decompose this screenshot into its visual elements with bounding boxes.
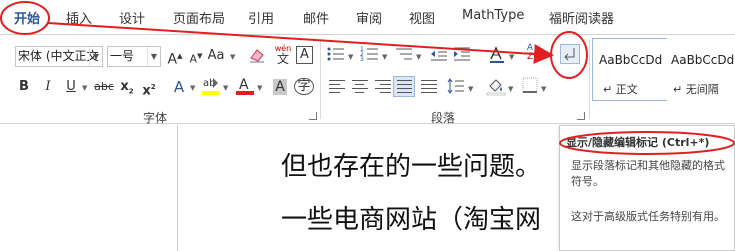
justify-button[interactable]	[393, 76, 415, 97]
document-line-1[interactable]: 但也存在的一些问题。	[281, 146, 541, 183]
style-normal-name: ↵ 正文	[603, 83, 638, 96]
multilevel-list-dropdown-icon[interactable]: ▼	[416, 53, 421, 61]
tab-view[interactable]: 视图	[409, 8, 435, 27]
ribbon-tab-bar: 开始 插入 设计 页面布局 引用 邮件 审阅 视图 MathType 福昕阅读器	[0, 0, 735, 34]
tab-insert[interactable]: 插入	[66, 8, 92, 27]
align-right-icon[interactable]	[374, 78, 392, 94]
numbering-dropdown-icon[interactable]: ▼	[382, 53, 387, 61]
character-border-icon[interactable]: A	[296, 46, 313, 64]
italic-button[interactable]: I	[38, 77, 58, 97]
paragraph-group-label: 段落	[431, 111, 456, 125]
font-dialog-launcher-icon[interactable]	[309, 112, 317, 120]
borders-icon[interactable]	[520, 76, 540, 96]
change-case-icon[interactable]: Aa	[206, 46, 226, 66]
chinese-layout-icon[interactable]	[487, 44, 507, 64]
font-name-value: 宋体 (中文正文	[18, 49, 99, 63]
font-color-dropdown-icon[interactable]: ▼	[257, 84, 262, 92]
font-color-icon[interactable]: A	[235, 75, 255, 95]
group-separator	[320, 39, 321, 119]
increase-indent-icon[interactable]	[452, 44, 472, 64]
tab-review[interactable]: 审阅	[356, 8, 382, 27]
tooltip-description: 显示段落标记和其他隐藏的格式符号。	[571, 159, 725, 188]
tab-mailings[interactable]: 邮件	[303, 8, 329, 27]
style-normal-sample: AaBbCcDd	[599, 53, 663, 67]
tooltip-note: 这对于高级版式任务特别有用。	[571, 210, 725, 223]
line-spacing-dropdown-icon[interactable]: ▼	[468, 85, 473, 93]
character-shading-icon[interactable]: A	[270, 77, 290, 97]
font-name-dropdown-icon[interactable]: ▼	[89, 47, 102, 66]
document-line-2[interactable]: 一些电商网站（淘宝网	[281, 199, 541, 236]
numbering-icon[interactable]: 123	[360, 44, 380, 64]
style-no-spacing-sample: AaBbCcDd	[671, 53, 735, 67]
ribbon-home: 宋体 (中文正文 ▼ 一号 ▼ A▲ A▼ Aa ▼ wén 文 A B I U …	[0, 34, 735, 125]
chinese-layout-dropdown-icon[interactable]: ▼	[509, 53, 514, 61]
decrease-indent-icon[interactable]	[429, 44, 449, 64]
paragraph-dialog-launcher-icon[interactable]	[577, 112, 585, 120]
shading-dropdown-icon[interactable]: ▼	[508, 85, 513, 93]
bullets-icon[interactable]	[326, 44, 346, 64]
style-normal[interactable]: AaBbCcDd ↵ 正文	[592, 38, 668, 101]
text-effects-icon[interactable]: A	[169, 77, 189, 97]
borders-dropdown-icon[interactable]: ▼	[541, 85, 546, 93]
svg-text:3: 3	[360, 56, 364, 63]
bullets-dropdown-icon[interactable]: ▼	[348, 53, 353, 61]
superscript-icon[interactable]: x2	[139, 77, 159, 98]
grow-font-icon[interactable]: A▲	[165, 46, 185, 68]
font-size-dropdown-icon[interactable]: ▼	[147, 47, 160, 66]
underline-dropdown-icon[interactable]: ▼	[82, 84, 87, 92]
underline-button[interactable]: U	[61, 77, 81, 97]
document-left-margin	[177, 125, 178, 251]
sort-icon[interactable]: AZ	[520, 44, 540, 64]
strikethrough-icon[interactable]: abc	[94, 77, 114, 97]
shrink-font-icon[interactable]: A▼	[186, 46, 206, 66]
svg-text:A: A	[239, 77, 249, 93]
font-group-label: 字体	[143, 111, 168, 125]
enclose-characters-icon[interactable]: 字	[294, 77, 314, 97]
font-size-value: 一号	[110, 49, 135, 63]
highlight-dropdown-icon[interactable]: ▼	[223, 84, 228, 92]
tab-home[interactable]: 开始	[14, 8, 40, 27]
tab-design[interactable]: 设计	[119, 8, 145, 27]
show-hide-formatting-button[interactable]	[560, 44, 580, 64]
multilevel-list-icon[interactable]	[394, 44, 414, 64]
group-separator	[589, 39, 590, 119]
align-center-icon[interactable]	[351, 78, 369, 94]
tab-page-layout[interactable]: 页面布局	[173, 8, 225, 27]
text-effects-dropdown-icon[interactable]: ▼	[190, 84, 195, 92]
font-name-combo[interactable]: 宋体 (中文正文 ▼	[15, 46, 103, 67]
show-hide-tooltip: 显示/隐藏编辑标记 (Ctrl+*) 显示段落标记和其他隐藏的格式符号。 这对于…	[559, 125, 735, 251]
text-highlight-icon[interactable]: ab	[201, 75, 221, 95]
shading-icon[interactable]	[486, 76, 506, 96]
subscript-icon[interactable]: x2	[117, 77, 137, 97]
line-spacing-icon[interactable]	[446, 76, 466, 96]
bold-button[interactable]: B	[14, 77, 34, 97]
font-size-combo[interactable]: 一号 ▼	[107, 46, 161, 67]
phonetic-guide-icon[interactable]: wén 文	[272, 44, 294, 65]
tab-mathtype[interactable]: MathType	[462, 8, 524, 23]
style-no-spacing-name: ↵ 无间隔	[673, 83, 719, 96]
style-no-spacing[interactable]: AaBbCcDd ↵ 无间隔	[667, 38, 735, 101]
tab-references[interactable]: 引用	[248, 8, 274, 27]
tooltip-title: 显示/隐藏编辑标记 (Ctrl+*)	[566, 136, 710, 149]
align-left-icon[interactable]	[328, 78, 346, 94]
clear-formatting-icon[interactable]	[247, 46, 267, 66]
distributed-icon[interactable]	[420, 78, 438, 94]
tab-foxit-reader[interactable]: 福昕阅读器	[549, 8, 614, 27]
change-case-dropdown-icon[interactable]: ▼	[230, 53, 235, 61]
